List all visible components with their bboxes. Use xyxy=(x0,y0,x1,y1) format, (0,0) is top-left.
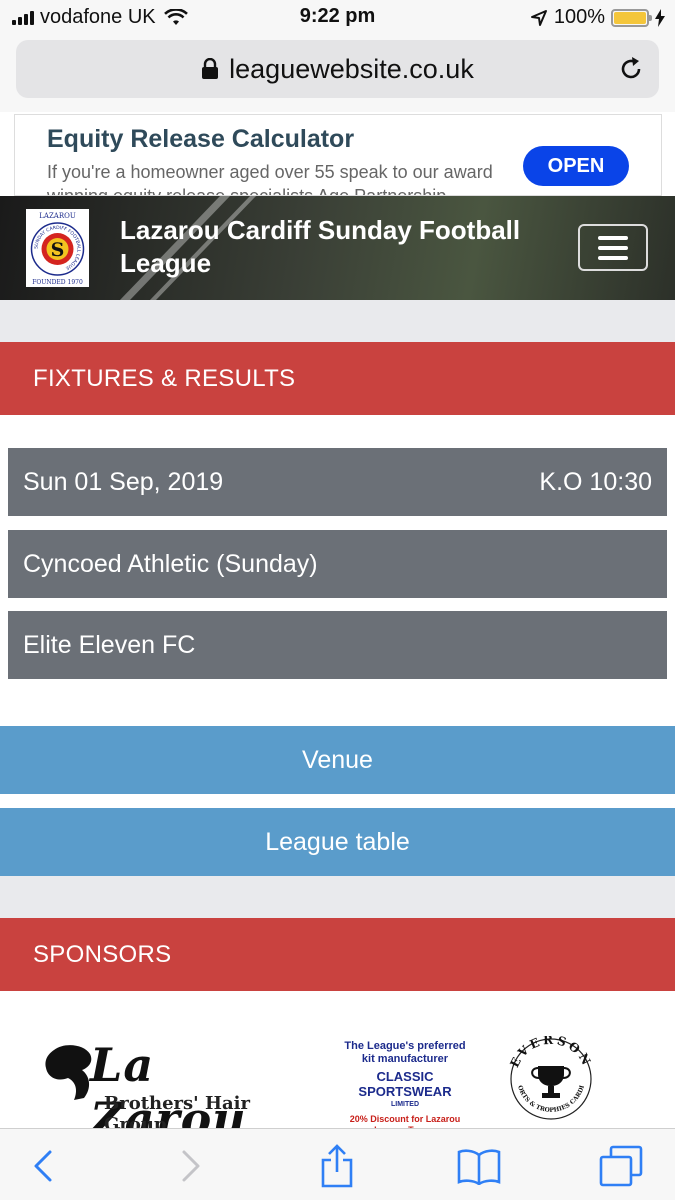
forward-button[interactable] xyxy=(168,1143,214,1189)
charging-bolt-icon xyxy=(655,8,665,27)
venue-button[interactable]: Venue xyxy=(0,726,675,794)
battery-icon xyxy=(611,8,652,27)
status-bar: vodafone UK 9:22 pm 100% xyxy=(0,0,675,34)
battery-percent: 100% xyxy=(553,6,605,28)
hamburger-menu-button[interactable] xyxy=(578,224,648,271)
share-icon xyxy=(321,1144,353,1188)
back-button[interactable] xyxy=(20,1143,66,1189)
location-arrow-icon xyxy=(530,9,547,26)
fixture-date-row: Sun 01 Sep, 2019 K.O 10:30 xyxy=(8,448,667,516)
bookmarks-icon xyxy=(457,1149,501,1185)
league-logo[interactable]: LAZAROU SUNDAY CARDIFF FOOTBALL LEAGUE S… xyxy=(26,209,89,287)
share-button[interactable] xyxy=(314,1143,360,1189)
sponsor-everson-logo[interactable]: EVERSON SPORTS & TROPHIES CARDIFF xyxy=(500,1031,600,1122)
reload-icon[interactable] xyxy=(617,55,645,83)
classic-tagline: The League's preferred kit manufacturer xyxy=(344,1040,466,1065)
bookmarks-button[interactable] xyxy=(456,1143,502,1189)
status-right: 100% xyxy=(530,6,665,29)
tabs-icon xyxy=(599,1145,643,1187)
home-team: Cyncoed Athletic (Sunday) xyxy=(23,549,318,578)
away-team-row: Elite Eleven FC xyxy=(8,611,667,679)
address-bar[interactable]: leaguewebsite.co.uk xyxy=(16,40,659,98)
away-team: Elite Eleven FC xyxy=(23,630,196,659)
wifi-icon xyxy=(163,8,188,25)
site-title[interactable]: Lazarou Cardiff Sunday Football League xyxy=(120,214,540,280)
classic-name: CLASSIC SPORTSWEAR xyxy=(358,1069,452,1099)
home-team-row: Cyncoed Athletic (Sunday) xyxy=(8,530,667,598)
hamburger-menu-icon xyxy=(598,235,628,240)
sponsors-heading: SPONSORS xyxy=(0,918,675,991)
ad-open-button[interactable]: OPEN xyxy=(523,146,629,186)
status-left: vodafone UK xyxy=(12,6,188,29)
everson-trophy-icon: EVERSON SPORTS & TROPHIES CARDIFF xyxy=(500,1031,592,1120)
logo-bottom-text: FOUNDED 1970 xyxy=(32,279,83,286)
back-icon xyxy=(34,1150,52,1182)
spacer-band xyxy=(0,300,675,342)
league-table-button[interactable]: League table xyxy=(0,808,675,876)
logo-top-text: LAZAROU xyxy=(39,212,76,220)
sponsor-lazarou-logo[interactable]: La Zarou Brothers' Hair Group xyxy=(44,1038,314,1146)
svg-text:S: S xyxy=(51,239,65,261)
lock-icon xyxy=(202,58,219,79)
fixtures-results-heading: FIXTURES & RESULTS xyxy=(0,342,675,415)
forward-icon xyxy=(182,1150,200,1182)
spacer-band xyxy=(0,876,675,918)
url-text: leaguewebsite.co.uk xyxy=(229,53,474,84)
browser-toolbar xyxy=(0,1128,675,1200)
ad-body: If you're a homeowner aged over 55 speak… xyxy=(47,162,493,196)
ad-banner[interactable]: Equity Release Calculator If you're a ho… xyxy=(14,114,662,196)
league-crest-icon: LAZAROU SUNDAY CARDIFF FOOTBALL LEAGUE S… xyxy=(30,212,85,286)
carrier-name: vodafone UK xyxy=(40,6,156,28)
signal-icon xyxy=(12,10,34,25)
ad-title: Equity Release Calculator xyxy=(47,125,355,153)
browser-chrome: leaguewebsite.co.uk xyxy=(0,34,675,112)
battery-fill xyxy=(614,11,646,24)
tabs-button[interactable] xyxy=(598,1143,644,1189)
fixture-date: Sun 01 Sep, 2019 xyxy=(23,467,224,496)
classic-limited: LIMITED xyxy=(391,1101,419,1108)
sponsor-classic-sportswear-logo[interactable]: The League's preferred kit manufacturer … xyxy=(340,1040,470,1135)
site-header: LAZAROU SUNDAY CARDIFF FOOTBALL LEAGUE S… xyxy=(0,196,675,300)
fixture-kickoff: K.O 10:30 xyxy=(539,467,652,496)
url-display[interactable]: leaguewebsite.co.uk xyxy=(16,40,659,98)
silhouette-figure-icon xyxy=(45,1045,92,1100)
